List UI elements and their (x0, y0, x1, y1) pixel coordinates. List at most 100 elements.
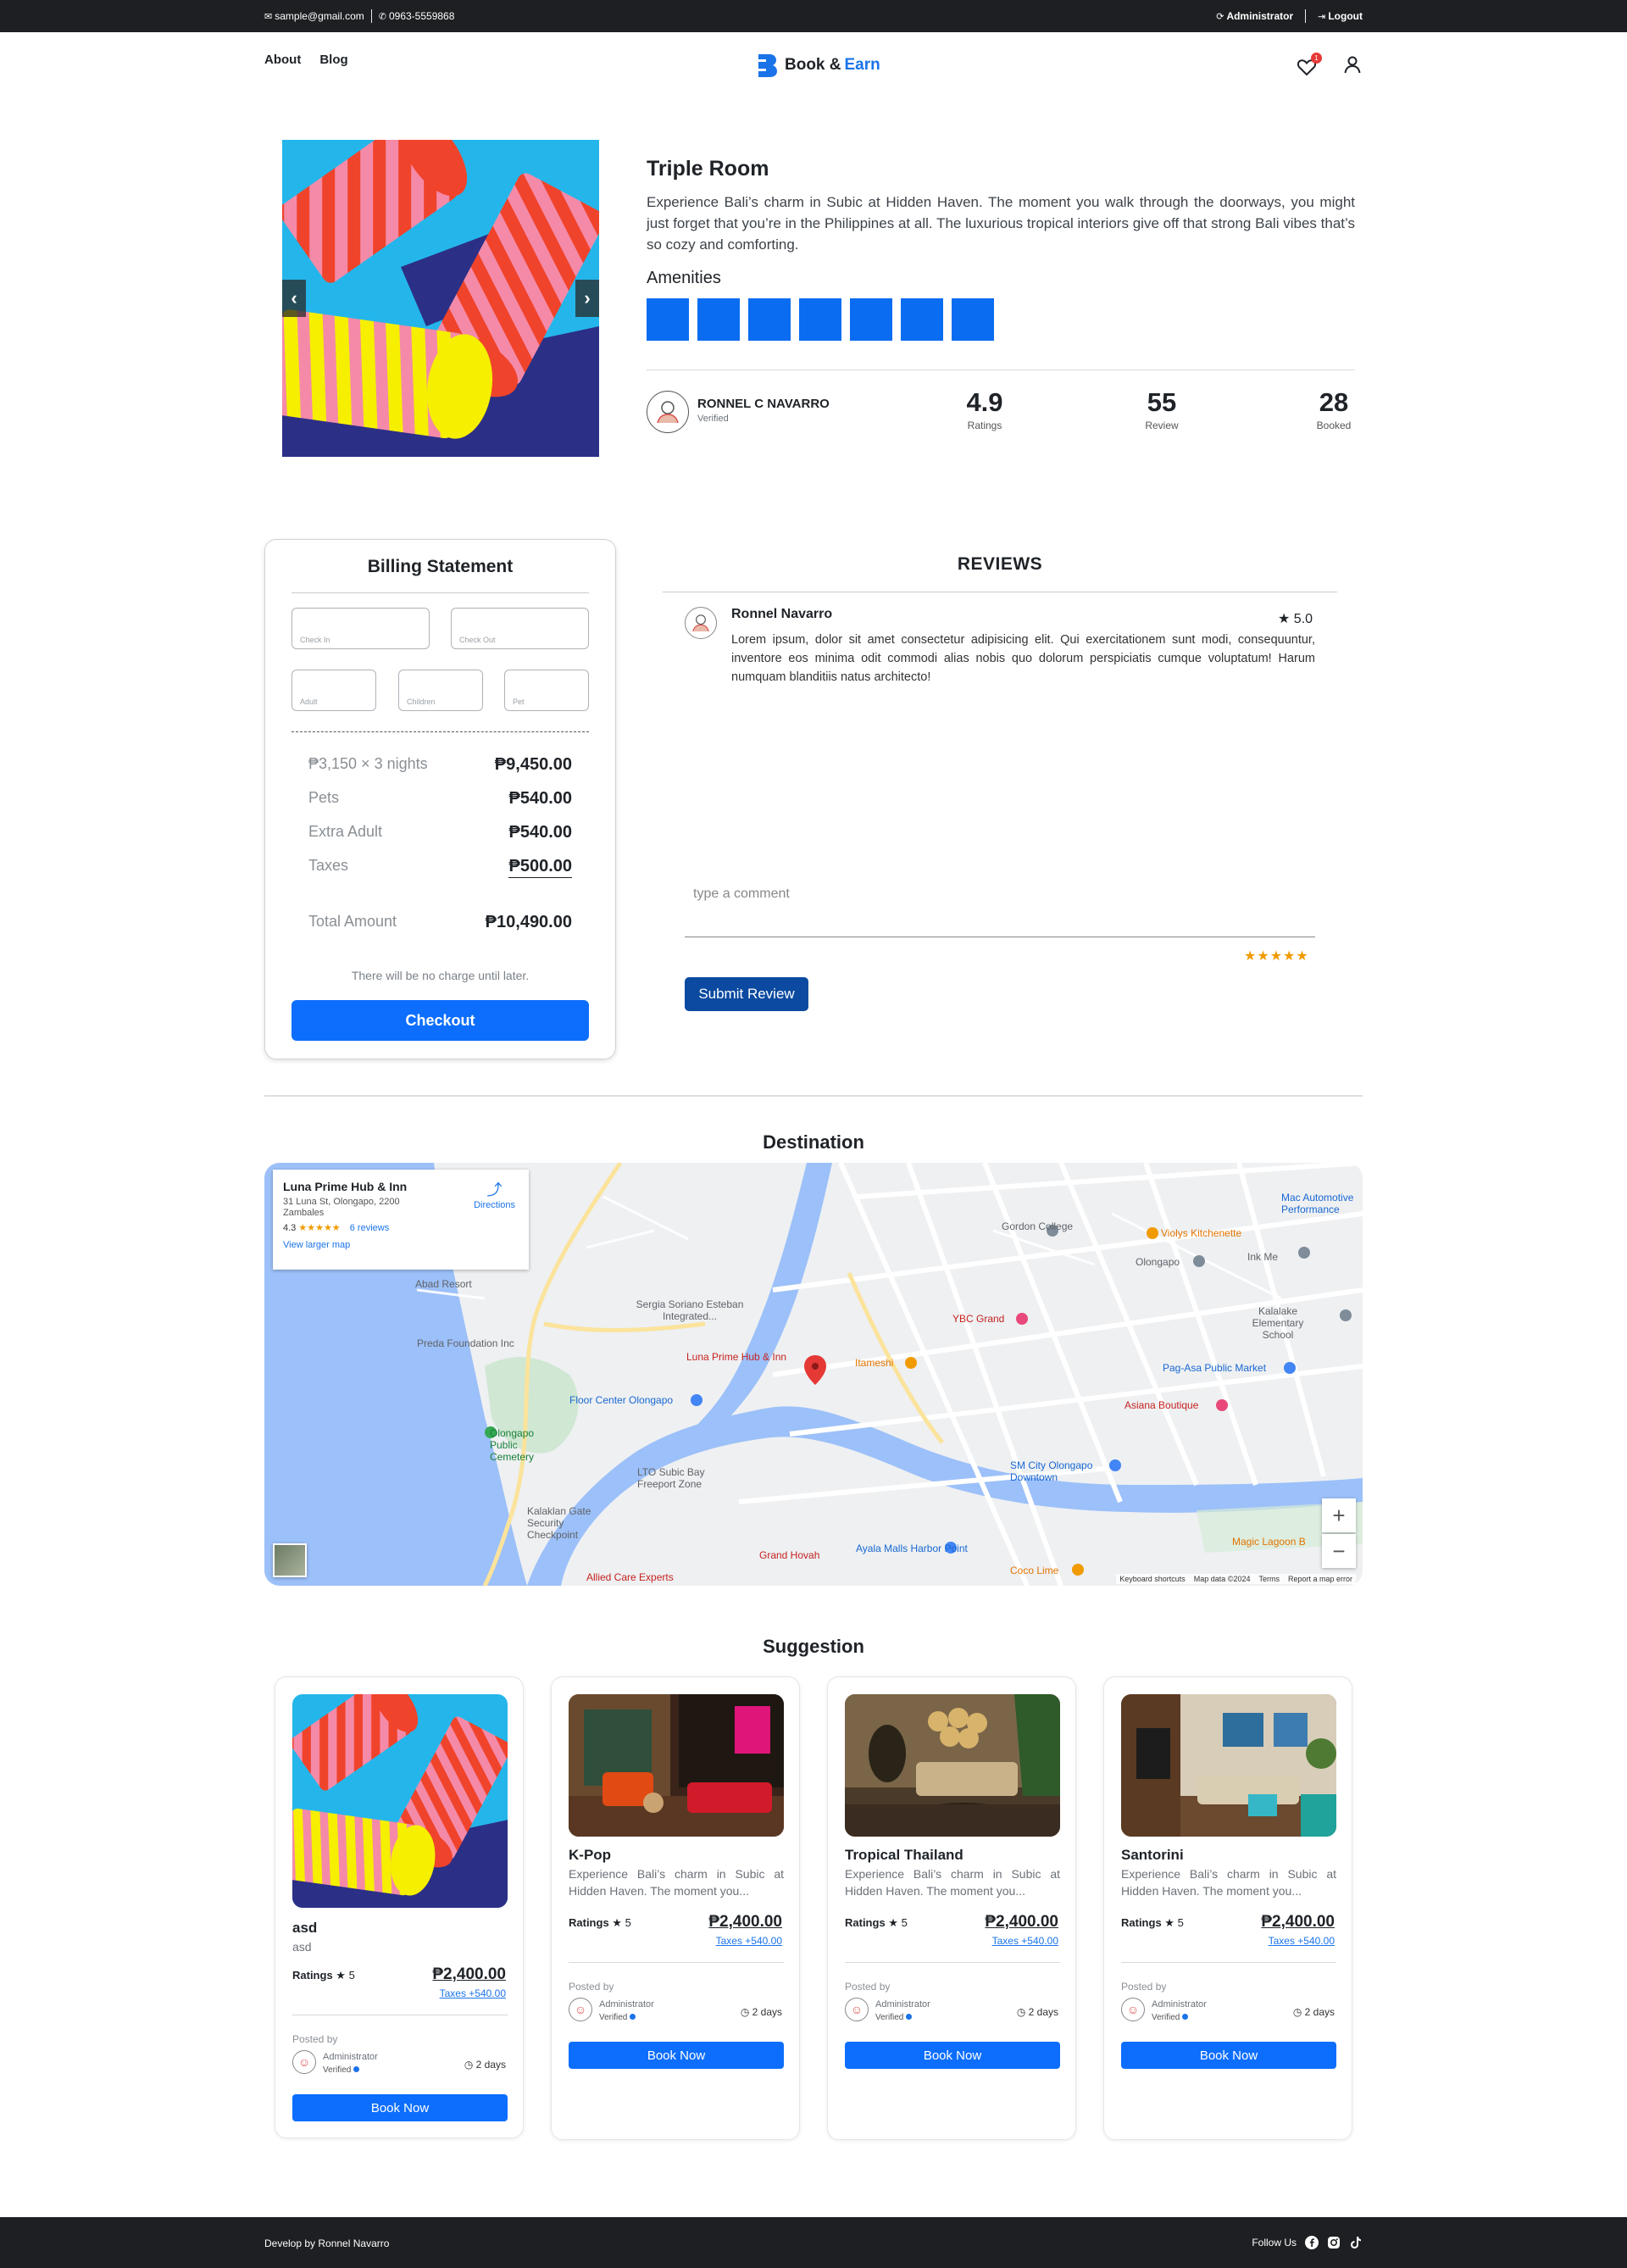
tiktok-icon[interactable] (1349, 2236, 1363, 2249)
book-now-button[interactable]: Book Now (1121, 2042, 1336, 2069)
ratings-label: Ratings (569, 1916, 609, 1929)
section-divider (264, 1095, 1363, 1097)
children-field[interactable]: Children (398, 670, 483, 711)
verified-icon (1182, 2014, 1189, 2020)
instagram-icon[interactable] (1327, 2236, 1341, 2249)
view-larger-map-link[interactable]: View larger map (283, 1240, 519, 1250)
divider (1121, 1962, 1336, 1963)
destination-map[interactable]: Luna Prime Hub & Inn Gordon College Viol… (264, 1163, 1363, 1586)
avatar-icon (657, 401, 679, 424)
check-in-field[interactable]: Check In (292, 608, 430, 649)
adult-field[interactable]: Adult (292, 670, 376, 711)
phone-icon: ✆ (378, 11, 386, 22)
card-image[interactable] (569, 1694, 784, 1837)
days-value: 2 days (752, 2006, 782, 2018)
stat-label: Booked (1316, 420, 1352, 431)
book-now-button[interactable]: Book Now (292, 2094, 508, 2121)
brand-logo[interactable]: Book & Earn (756, 53, 880, 78)
star-icon: ★ (612, 1916, 622, 1929)
card-duration: ◷ 2 days (1293, 2006, 1335, 2018)
card-image[interactable] (1121, 1694, 1336, 1837)
star-icon: ★★★★★ (298, 1223, 341, 1233)
switch-role-button[interactable]: ⟳ Administrator (1216, 10, 1293, 22)
book-now-button[interactable]: Book Now (845, 2042, 1060, 2069)
card-description: asd (292, 1940, 312, 1954)
map-label: Violys Kitchenette (1161, 1227, 1242, 1239)
map-label: Floor Center Olongapo (569, 1394, 674, 1406)
reviewer-name: Ronnel Navarro (731, 607, 833, 621)
rating-stars-input[interactable]: ★★★★★ (1244, 948, 1309, 964)
minus-icon: − (1332, 1537, 1346, 1564)
map-footer-item[interactable]: Report a map error (1288, 1575, 1352, 1583)
ratings-value: 5 (901, 1916, 908, 1929)
map-label: Olongapo (1136, 1256, 1180, 1268)
wishlist-button[interactable]: 1 (1297, 52, 1322, 77)
directions-label: Directions (474, 1200, 515, 1210)
submit-review-button[interactable]: Submit Review (685, 977, 808, 1011)
card-title: asd (292, 1920, 318, 1936)
card-image[interactable] (845, 1694, 1060, 1837)
amenity-icon (799, 298, 841, 341)
map-label: Itameshi (855, 1357, 894, 1369)
carousel-next-button[interactable]: › (575, 280, 599, 317)
check-out-field[interactable]: Check Out (451, 608, 589, 649)
reviewer-avatar[interactable] (685, 607, 717, 639)
card-duration: ◷ 2 days (1017, 2006, 1058, 2018)
poster-avatar[interactable]: ☺ (569, 1998, 592, 2021)
carousel-prev-button[interactable]: ‹ (282, 280, 306, 317)
clock-icon: ◷ (740, 2006, 750, 2018)
host-avatar[interactable] (647, 391, 689, 433)
map-footer-item[interactable]: Terms (1258, 1575, 1280, 1583)
verified-label: Verified (323, 2065, 352, 2075)
nav-link-about[interactable]: About (264, 53, 301, 67)
checkout-button[interactable]: Checkout (292, 1000, 589, 1041)
card-taxes[interactable]: Taxes +540.00 (716, 1935, 782, 1947)
total-label: Total Amount (308, 913, 397, 930)
line-value: ₱540.00 (508, 789, 572, 808)
card-taxes[interactable]: Taxes +540.00 (1269, 1935, 1335, 1947)
poster-avatar[interactable]: ☺ (292, 2050, 316, 2074)
poster-avatar[interactable]: ☺ (845, 1998, 869, 2021)
comment-input[interactable]: type a comment (685, 876, 1315, 937)
map-label: Sergia Soriano Esteban Integrated... (636, 1298, 744, 1322)
plus-icon: + (1332, 1502, 1346, 1528)
profile-button[interactable] (1342, 54, 1363, 79)
destination-heading: Destination (763, 1131, 864, 1153)
field-label: Pet (513, 698, 525, 706)
stat-booked: 28 Booked (1313, 387, 1355, 431)
map-label: Ink Me (1247, 1251, 1279, 1263)
book-now-button[interactable]: Book Now (569, 2042, 784, 2069)
zoom-in-button[interactable]: + (1322, 1498, 1356, 1532)
billing-line-pets: Pets ₱540.00 (308, 789, 572, 809)
divider (845, 1962, 1060, 1963)
zoom-out-button[interactable]: − (1322, 1534, 1356, 1568)
map-label: Allied Care Experts (586, 1571, 674, 1583)
star-icon: ★ (888, 1916, 898, 1929)
line-label: Taxes (308, 857, 349, 874)
amenities-heading: Amenities (647, 269, 721, 287)
nav-link-blog[interactable]: Blog (319, 53, 347, 67)
poster-avatar[interactable]: ☺ (1121, 1998, 1145, 2021)
avatar-icon: ☺ (1126, 2003, 1140, 2016)
line-label: ₱3,150 × 3 nights (308, 755, 428, 772)
directions-button[interactable]: ⤴ Directions (474, 1178, 515, 1210)
map-label: Coco Lime (1010, 1565, 1059, 1576)
map-footer-item[interactable]: Keyboard shortcuts (1119, 1575, 1186, 1583)
card-taxes[interactable]: Taxes +540.00 (440, 1987, 506, 1999)
logout-button[interactable]: ⇥ Logout (1318, 10, 1363, 22)
card-image[interactable] (292, 1694, 508, 1908)
card-taxes[interactable]: Taxes +540.00 (992, 1935, 1058, 1947)
map-label: Magic Lagoon B (1232, 1536, 1306, 1548)
phone-contact[interactable]: ✆ 0963-5559868 (379, 10, 455, 22)
email-contact[interactable]: ✉ sample@gmail.com (264, 10, 364, 22)
map-type-toggle[interactable] (273, 1543, 307, 1577)
stat-label: Review (1145, 420, 1179, 431)
place-reviews-link[interactable]: 6 reviews (350, 1223, 389, 1233)
poster-verified: Verified (323, 2065, 360, 2075)
card-price: ₱2,400.00 (985, 1913, 1058, 1931)
facebook-icon[interactable] (1305, 2236, 1319, 2249)
chevron-left-icon: ‹ (291, 287, 297, 309)
poster-verified: Verified (599, 2013, 636, 2022)
pet-field[interactable]: Pet (504, 670, 589, 711)
poster-verified: Verified (875, 2013, 913, 2022)
